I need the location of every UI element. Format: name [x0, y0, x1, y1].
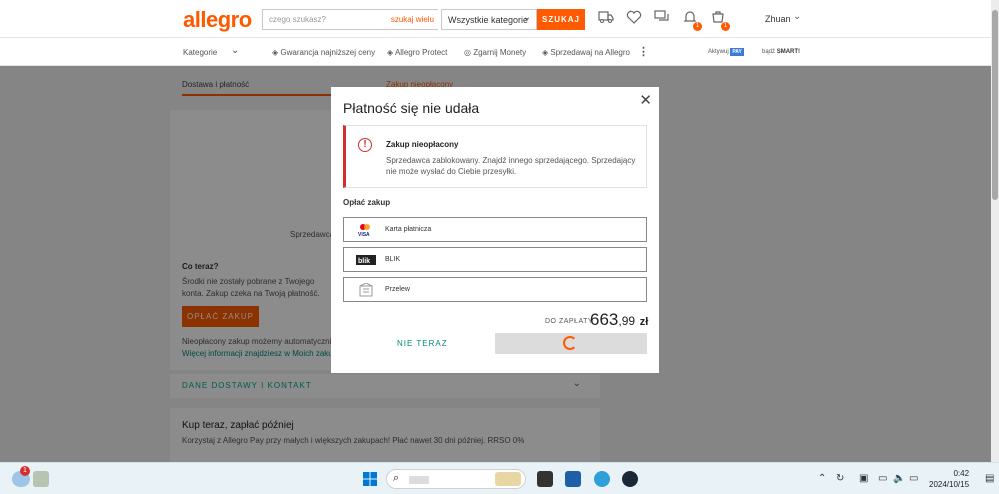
weather-icon[interactable]: 1: [12, 466, 30, 487]
chevron-down-icon[interactable]: ⌄: [231, 45, 239, 56]
payment-failed-modal: Płatność się nie udała ✕ ! Zakup nieopła…: [331, 87, 659, 373]
pay-badge: PAY: [730, 48, 744, 56]
widget-icon[interactable]: [33, 471, 49, 487]
alert-text: Sprzedawca zablokowany. Znajdź innego sp…: [386, 156, 636, 176]
payment-method-card[interactable]: VISA Karta płatnicza: [343, 217, 647, 242]
steam-icon[interactable]: [622, 471, 638, 487]
more-icon[interactable]: ⋮: [638, 45, 649, 58]
payment-method-label: Przelew: [385, 286, 410, 293]
heart-icon[interactable]: [625, 10, 643, 28]
notification-badge: 1: [693, 22, 702, 31]
total-currency: zł: [639, 316, 649, 328]
bell-icon[interactable]: 1: [681, 10, 702, 31]
categories-menu[interactable]: Kategorie: [183, 48, 217, 57]
search-highlight-icon: [495, 472, 521, 486]
payment-method-blik[interactable]: blik BLIK: [343, 247, 647, 272]
be-label: bądź: [762, 49, 776, 55]
sync-icon[interactable]: ↻: [836, 473, 844, 484]
close-icon[interactable]: ✕: [639, 91, 652, 109]
search-placeholder: czego szukasz?: [269, 15, 326, 24]
svg-text:blik: blik: [358, 258, 370, 265]
pay-section-label: Opłać zakup: [343, 198, 391, 207]
search-input[interactable]: czego szukasz? szukaj wielu: [262, 9, 438, 30]
start-icon[interactable]: [362, 471, 378, 487]
search-button[interactable]: SZUKAJ: [537, 9, 585, 30]
taskbar-search[interactable]: ⌕: [386, 469, 526, 489]
chevron-down-icon: ⌄: [522, 12, 531, 23]
search-multi-link[interactable]: szukaj wielu: [391, 15, 434, 24]
spinner-icon: [563, 336, 577, 350]
scrollbar[interactable]: [991, 0, 999, 462]
pay-loading-button[interactable]: [495, 333, 647, 354]
total-int: 663: [590, 310, 619, 329]
smart-link[interactable]: bądź SMART!: [762, 49, 800, 55]
scrollbar-thumb[interactable]: [992, 10, 998, 200]
payment-method-transfer[interactable]: Przelew: [343, 277, 647, 302]
protect-icon: ◈: [387, 48, 395, 57]
nav-item-guarantee[interactable]: ◈ Gwarancja najniższej ceny: [272, 48, 375, 57]
store-icon[interactable]: [565, 471, 581, 487]
taskbar: 1 ⌕ ⌃ ↻ ▣ ▭ 🔈 ▭ 0:42 2024/10/15 ▤: [0, 462, 999, 494]
total-dec: ,99: [618, 314, 636, 328]
cart-badge: 1: [721, 22, 730, 31]
category-select-value: Wszystkie kategorie: [448, 15, 529, 25]
search-icon: ⌕: [393, 472, 400, 484]
delivery-truck-icon[interactable]: [597, 10, 615, 28]
total-label: DO ZAPŁATY: [545, 318, 594, 325]
nav-item-label: Zgarnij Monety: [473, 48, 527, 57]
top-bar: allegro czego szukasz? szukaj wielu Wszy…: [0, 0, 999, 38]
date: 2024/10/15: [929, 480, 970, 489]
weather-badge: 1: [20, 466, 30, 476]
activate-pay-link[interactable]: Aktywuj PAY: [708, 48, 744, 56]
payment-method-label: Karta płatnicza: [385, 226, 432, 233]
svg-text:VISA: VISA: [358, 232, 370, 237]
user-menu[interactable]: Zhuan: [765, 14, 791, 24]
notification-center-icon[interactable]: ▤: [985, 473, 994, 484]
nav-item-label: Gwarancja najniższej ceny: [280, 48, 376, 57]
chevron-down-icon[interactable]: ⌄: [793, 11, 801, 22]
cart-icon[interactable]: 1: [709, 10, 730, 31]
activate-label: Aktywuj: [708, 49, 729, 55]
not-now-button[interactable]: NIE TERAZ: [397, 339, 448, 348]
card-icon: VISA: [356, 223, 376, 238]
chevron-up-icon[interactable]: ⌃: [818, 473, 826, 484]
alert-title: Zakup nieopłacony: [386, 140, 459, 149]
edge-icon[interactable]: [594, 471, 610, 487]
smart-label: SMART!: [776, 49, 801, 55]
allegro-logo[interactable]: allegro: [183, 7, 252, 33]
chat-icon[interactable]: [653, 10, 671, 28]
clock[interactable]: 0:42 2024/10/15: [929, 468, 969, 490]
battery-icon[interactable]: ▭: [909, 473, 918, 484]
nav-item-coins[interactable]: ◎ Zgarnij Monety: [464, 48, 526, 57]
coin-icon: ◎: [464, 48, 474, 57]
tablet-icon[interactable]: ▭: [878, 473, 887, 484]
volume-icon[interactable]: 🔈: [893, 473, 905, 484]
transfer-icon: [356, 282, 376, 297]
task-view-icon[interactable]: [537, 471, 553, 487]
nav-item-label: Allegro Protect: [394, 48, 448, 57]
search-placeholder-bar: [409, 476, 429, 484]
total-amount: 663,99 zł: [590, 310, 648, 330]
modal-title: Płatność się nie udała: [343, 100, 480, 116]
page: allegro czego szukasz? szukaj wielu Wszy…: [0, 0, 999, 462]
nav-item-protect[interactable]: ◈ Allegro Protect: [387, 48, 447, 57]
app-tray-icon[interactable]: ▣: [859, 473, 868, 484]
nav-bar: Kategorie ⌄ ◈ Gwarancja najniższej ceny …: [0, 38, 999, 66]
blik-icon: blik: [356, 253, 376, 267]
time: 0:42: [953, 469, 970, 478]
category-select[interactable]: Wszystkie kategorie ⌄: [441, 9, 537, 30]
alert-box: ! Zakup nieopłacony Sprzedawca zablokowa…: [343, 125, 647, 188]
payment-method-label: BLIK: [385, 256, 401, 263]
nav-item-sell[interactable]: ◈ Sprzedawaj na Allegro: [542, 48, 630, 57]
nav-item-label: Sprzedawaj na Allegro: [550, 48, 630, 57]
error-icon: !: [358, 138, 372, 152]
